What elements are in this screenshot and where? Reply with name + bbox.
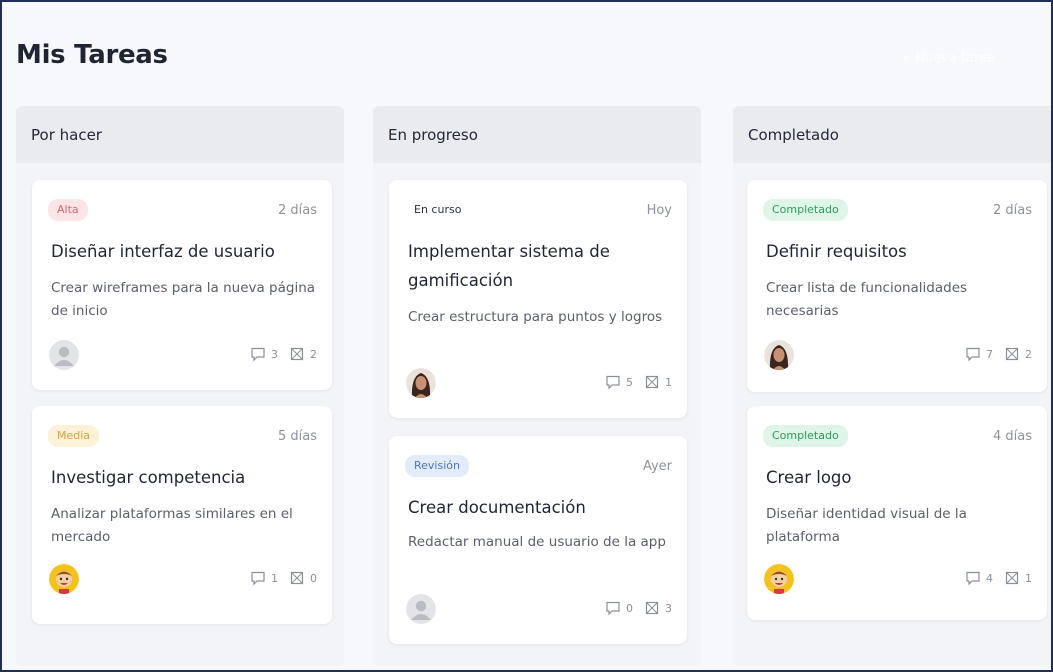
comment-count: 7 xyxy=(986,347,993,361)
column-por-hacer: Por hacer Alta 2 días Diseñar interfaz d… xyxy=(16,106,344,666)
due-time: Hoy xyxy=(646,203,672,218)
attachment-count: 2 xyxy=(1025,347,1032,361)
task-description: Analizar plataformas similares en el mer… xyxy=(51,506,293,545)
new-task-button[interactable]: + Nueva tarea xyxy=(900,51,995,66)
task-card[interactable]: Completado 4 días Crear logo Diseñar ide… xyxy=(747,406,1047,620)
comment-count: 5 xyxy=(626,375,633,389)
task-description: Crear estructura para puntos y logros xyxy=(408,309,663,325)
comment-icon xyxy=(606,375,620,390)
task-title: Crear documentación xyxy=(408,498,586,517)
status-badge: Completado xyxy=(763,199,848,221)
attachment-icon xyxy=(290,571,304,585)
attachment-icon xyxy=(1005,347,1019,361)
task-meta: 7 2 xyxy=(965,346,1032,362)
attachment-icon xyxy=(645,601,659,615)
task-meta: 0 3 xyxy=(605,600,672,616)
board-window: Mis Tareas + Nueva tarea Por hacer Alta … xyxy=(0,0,1053,672)
attachment-count: 1 xyxy=(1025,571,1032,585)
woman-photo-avatar xyxy=(406,368,436,398)
task-title: Crear logo xyxy=(766,468,852,487)
comment-count: 1 xyxy=(271,571,278,585)
comment-icon xyxy=(606,601,620,616)
task-card[interactable]: En curso Hoy Implementar sistema de gami… xyxy=(389,180,687,418)
column-en-progreso: En progreso En curso Hoy Implementar sis… xyxy=(373,106,701,666)
task-card[interactable]: Revisión Ayer Crear documentación Redact… xyxy=(389,436,687,644)
attachment-icon xyxy=(645,375,659,389)
default-user-avatar xyxy=(406,594,436,624)
task-title: Investigar competencia xyxy=(51,468,246,487)
attachment-count: 0 xyxy=(310,571,317,585)
task-meta: 5 1 xyxy=(605,374,672,390)
column-title: Completado xyxy=(733,106,1051,163)
task-description: Diseñar identidad visual de la plataform… xyxy=(766,506,967,545)
priority-badge: Alta xyxy=(48,199,88,221)
task-title: Implementar sistema de gamificación xyxy=(408,242,610,290)
task-description: Redactar manual de usuario de la app xyxy=(408,534,666,550)
attachment-icon xyxy=(1005,571,1019,585)
attachment-count: 1 xyxy=(665,375,672,389)
task-meta: 3 2 xyxy=(250,346,317,362)
task-title: Diseñar interfaz de usuario xyxy=(51,242,275,261)
comment-icon xyxy=(251,347,265,362)
cartoon-boy-avatar xyxy=(49,564,79,594)
attachment-count: 3 xyxy=(665,601,672,615)
comment-count: 3 xyxy=(271,347,278,361)
comment-icon xyxy=(251,571,265,586)
comment-count: 0 xyxy=(626,601,633,615)
task-meta: 1 0 xyxy=(250,570,317,586)
task-card[interactable]: Media 5 días Investigar competencia Anal… xyxy=(32,406,332,624)
task-card[interactable]: Alta 2 días Diseñar interfaz de usuario … xyxy=(32,180,332,390)
default-user-avatar xyxy=(49,340,79,370)
due-time: Ayer xyxy=(642,459,672,474)
priority-badge: Media xyxy=(48,425,100,447)
attachment-count: 2 xyxy=(310,347,317,361)
status-badge: Revisión xyxy=(405,455,469,477)
due-time: 5 días xyxy=(277,429,317,444)
status-badge: En curso xyxy=(414,203,462,216)
task-description: Crear wireframes para la nueva página de… xyxy=(51,280,316,319)
task-title: Definir requisitos xyxy=(766,242,907,261)
due-time: 2 días xyxy=(277,203,317,218)
column-title: En progreso xyxy=(373,106,701,163)
status-badge: Completado xyxy=(763,425,848,447)
due-time: 4 días xyxy=(992,429,1032,444)
task-description: Crear lista de funcionalidades necesaria… xyxy=(766,280,968,319)
comment-count: 4 xyxy=(986,571,993,585)
due-time: 2 días xyxy=(992,203,1032,218)
column-title: Por hacer xyxy=(16,106,344,163)
cartoon-boy-avatar xyxy=(764,564,794,594)
task-meta: 4 1 xyxy=(965,570,1032,586)
attachment-icon xyxy=(290,347,304,361)
column-completado: Completado Completado 2 días Definir req… xyxy=(733,106,1051,666)
woman-photo-avatar xyxy=(764,340,794,370)
comment-icon xyxy=(966,347,980,362)
page-title: Mis Tareas xyxy=(16,40,168,70)
comment-icon xyxy=(966,571,980,586)
task-card[interactable]: Completado 2 días Definir requisitos Cre… xyxy=(747,180,1047,392)
